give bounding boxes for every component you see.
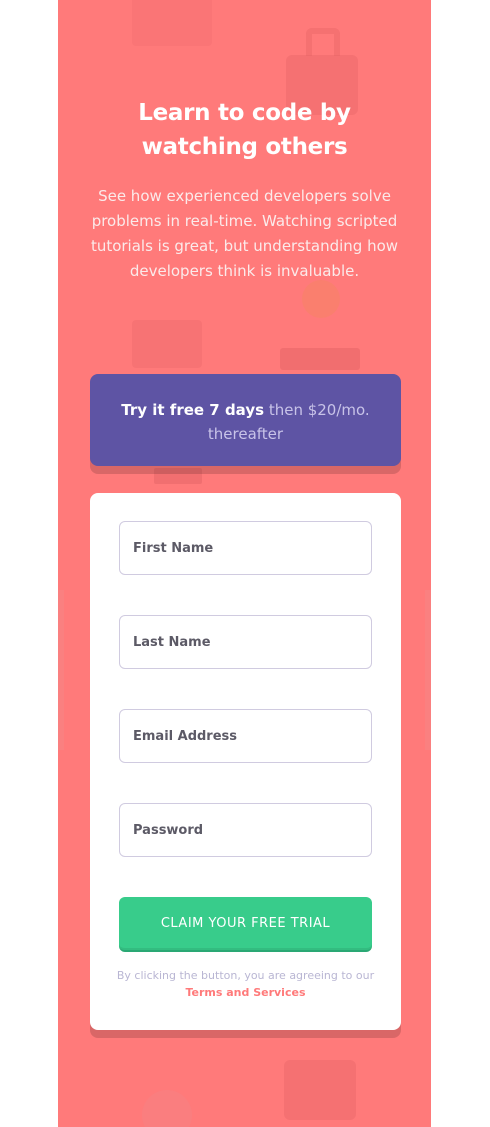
toolbox-icon	[284, 1060, 356, 1120]
hero-section: Learn to code by watching others See how…	[82, 96, 407, 284]
hero-description: See how experienced developers solve pro…	[90, 187, 399, 280]
cart-icon	[154, 468, 202, 484]
promo-banner: Try it free 7 days then $20/mo. thereaft…	[90, 374, 401, 466]
password-input[interactable]	[133, 822, 358, 838]
password-field[interactable]	[119, 803, 372, 857]
page-background: Learn to code by watching others See how…	[58, 0, 431, 1127]
decor-strip	[58, 590, 64, 750]
last-name-input[interactable]	[133, 634, 358, 650]
decor-strip	[425, 590, 431, 750]
terms-prefix: By clicking the button, you are agreeing…	[116, 969, 375, 982]
signup-form: CLAIM YOUR FREE TRIAL By clicking the bu…	[90, 493, 401, 1030]
first-name-field[interactable]	[119, 521, 372, 575]
virus-icon	[142, 1090, 192, 1127]
gear-icon	[302, 280, 340, 318]
house-icon	[132, 0, 212, 46]
first-name-input[interactable]	[133, 540, 358, 556]
notepad-icon	[132, 320, 202, 368]
email-field[interactable]	[119, 709, 372, 763]
title-line-1: Learn to code by	[138, 100, 351, 126]
browser-window-icon	[280, 348, 360, 370]
terms-notice: By clicking the button, you are agreeing…	[110, 967, 381, 1001]
promo-highlight: Try it free 7 days	[121, 401, 265, 419]
claim-trial-button[interactable]: CLAIM YOUR FREE TRIAL	[119, 897, 372, 952]
email-input[interactable]	[133, 728, 358, 744]
terms-link[interactable]: Terms and Services	[185, 986, 305, 999]
last-name-field[interactable]	[119, 615, 372, 669]
toolbox-handle-icon	[306, 28, 340, 56]
page-title: Learn to code by watching others	[82, 96, 407, 164]
title-line-2: watching others	[141, 134, 348, 160]
